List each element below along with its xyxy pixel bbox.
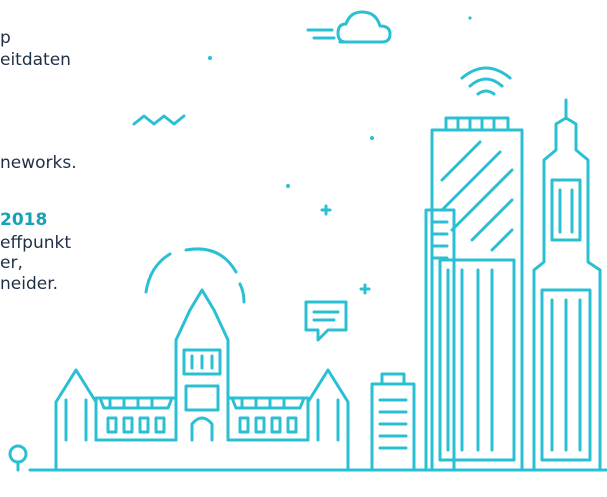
- wifi-icon: [460, 66, 512, 96]
- plus-decoration: [320, 204, 371, 295]
- gothic-skyscraper: [532, 98, 602, 472]
- zigzag-decoration: [132, 114, 186, 126]
- striped-skyscraper: [430, 116, 524, 472]
- tree-icon: [8, 444, 28, 472]
- city-hall-building: [54, 288, 350, 442]
- low-building: [370, 372, 416, 472]
- cloud-icon: [306, 10, 392, 44]
- chat-bubble-icon: [304, 300, 348, 342]
- arc-decoration: [144, 247, 246, 304]
- city-skyline-illustration: [8, 10, 607, 472]
